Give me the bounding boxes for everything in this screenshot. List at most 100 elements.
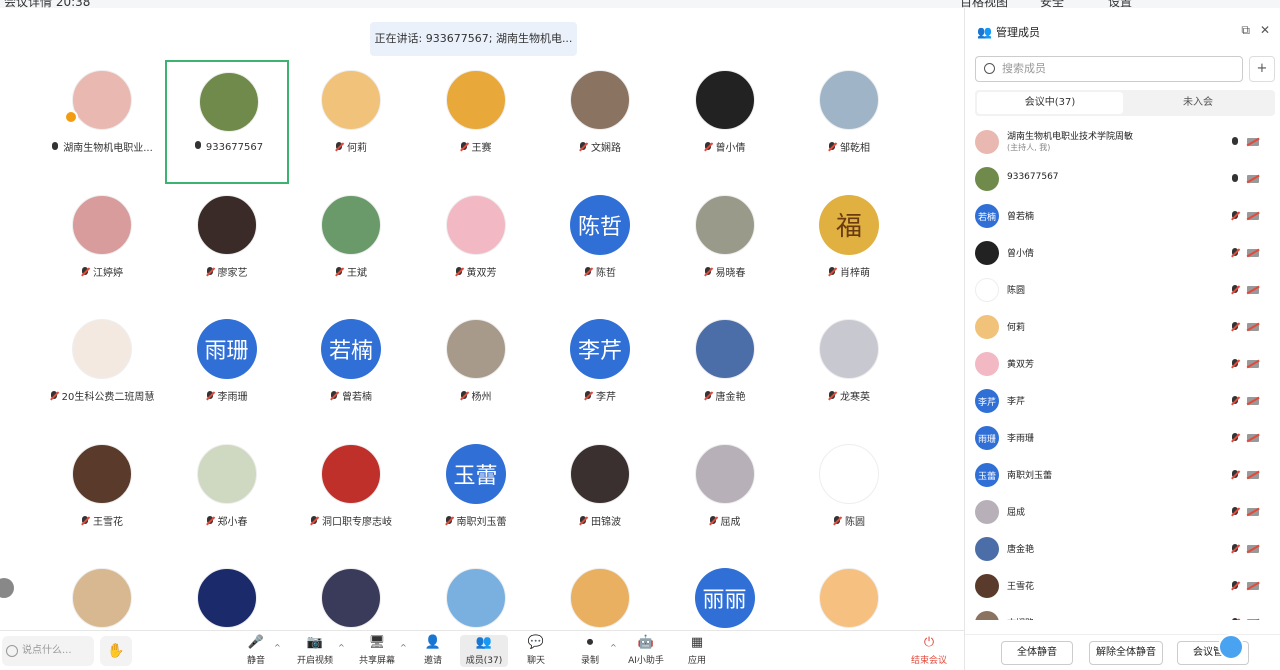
list-item[interactable]: 933677567 <box>975 161 1275 197</box>
mic-muted-icon[interactable] <box>1231 618 1239 620</box>
tab-not-joined[interactable]: 未入会 <box>1125 92 1271 114</box>
mic-muted-icon[interactable] <box>1231 248 1239 258</box>
chat-button[interactable]: 💬 聊天 <box>518 635 554 667</box>
invite-button[interactable]: 👤 邀请 <box>418 635 448 667</box>
participant-tile[interactable]: 邹乾相 <box>787 60 911 184</box>
participant-tile[interactable] <box>289 558 413 630</box>
mic-muted-icon[interactable] <box>1231 433 1239 443</box>
participant-tile[interactable]: 文娴路 <box>538 60 662 184</box>
camera-off-icon[interactable] <box>1247 471 1259 479</box>
participant-tile[interactable]: 若楠 曾若楠 <box>289 309 413 433</box>
list-item[interactable]: 若楠 曾若楠 <box>975 198 1275 234</box>
camera-off-icon[interactable] <box>1247 508 1259 516</box>
emoji-icon[interactable] <box>6 645 18 657</box>
list-item[interactable]: 黄双芳 <box>975 346 1275 382</box>
participant-tile[interactable]: 廖家艺 <box>165 185 289 309</box>
participant-tile[interactable]: 屈成 <box>663 434 787 558</box>
list-item[interactable]: 王雪花 <box>975 568 1275 604</box>
record-button[interactable]: ⏺ 录制 <box>572 635 608 667</box>
list-item[interactable]: 唐金艳 <box>975 531 1275 567</box>
camera-off-icon[interactable] <box>1247 545 1259 553</box>
mute-all-button[interactable]: 全体静音 <box>1001 641 1073 665</box>
participant-tile[interactable]: 湖南生物机电职业... <box>40 60 164 184</box>
apps-button[interactable]: ▦ 应用 <box>680 635 714 667</box>
participant-tile[interactable]: 田锦波 <box>538 434 662 558</box>
participant-tile[interactable]: 933677567 <box>164 60 289 184</box>
camera-off-icon[interactable] <box>1247 434 1259 442</box>
participant-tile[interactable]: 曾小倩 <box>663 60 787 184</box>
unmute-all-button[interactable]: 解除全体静音 <box>1089 641 1163 665</box>
mic-muted-icon[interactable] <box>1231 211 1239 221</box>
list-item[interactable]: 湖南生物机电职业技术学院周敏 (主持人, 我) <box>975 124 1275 160</box>
chevron-up-icon[interactable]: ^ <box>400 643 407 652</box>
chevron-up-icon[interactable]: ^ <box>338 643 345 652</box>
participant-tile[interactable]: 江婷婷 <box>40 185 164 309</box>
assistant-float-icon[interactable] <box>1218 634 1244 660</box>
participant-tile[interactable] <box>40 558 164 630</box>
ai-assistant-button[interactable]: 🤖 AI小助手 <box>624 635 668 667</box>
view-switch[interactable]: 百格视图 <box>960 0 1008 8</box>
participant-tile[interactable]: 黄双芳 <box>414 185 538 309</box>
camera-off-icon[interactable] <box>1247 397 1259 405</box>
settings-menu[interactable]: 设置 <box>1108 0 1132 8</box>
participant-tile[interactable]: 杨州 <box>414 309 538 433</box>
participant-tile[interactable]: 王斌 <box>289 185 413 309</box>
participant-tile[interactable]: 龙寒英 <box>787 309 911 433</box>
camera-off-icon[interactable] <box>1247 323 1259 331</box>
participant-tile[interactable]: 易晓春 <box>663 185 787 309</box>
participant-tile[interactable]: 郑小春 <box>165 434 289 558</box>
camera-off-icon[interactable] <box>1247 249 1259 257</box>
participant-tile[interactable]: 玉蕾 南职刘玉蕾 <box>414 434 538 558</box>
mic-muted-icon[interactable] <box>1231 544 1239 554</box>
participant-tile[interactable] <box>787 558 911 630</box>
camera-off-icon[interactable] <box>1247 286 1259 294</box>
mic-muted-icon[interactable] <box>1231 322 1239 332</box>
participant-tile[interactable]: 李芹 李芹 <box>538 309 662 433</box>
mic-icon[interactable] <box>1231 137 1239 147</box>
participant-tile[interactable]: 陈哲 陈哲 <box>538 185 662 309</box>
list-item[interactable]: 李芹 李芹 <box>975 383 1275 419</box>
tab-in-meeting[interactable]: 会议中(37) <box>977 92 1123 114</box>
participant-tile[interactable]: 陈圆 <box>787 434 911 558</box>
list-item[interactable]: 何莉 <box>975 309 1275 345</box>
add-member-button[interactable]: + <box>1249 56 1275 82</box>
camera-off-icon[interactable] <box>1247 360 1259 368</box>
camera-off-icon[interactable] <box>1247 138 1259 146</box>
participant-tile[interactable]: 唐金艳 <box>663 309 787 433</box>
meeting-info-text[interactable]: 会议详情 20:38 <box>4 0 90 8</box>
security-menu[interactable]: 安全 <box>1040 0 1064 8</box>
scroll-handle[interactable] <box>0 578 14 598</box>
raise-hand-button[interactable]: ✋ <box>100 636 132 666</box>
participant-tile[interactable]: 雨珊 李雨珊 <box>165 309 289 433</box>
participant-tile[interactable]: 丽丽 <box>663 558 787 630</box>
chevron-up-icon[interactable]: ^ <box>610 643 617 652</box>
participant-tile[interactable]: 何莉 <box>289 60 413 184</box>
participant-tile[interactable]: 王雪花 <box>40 434 164 558</box>
participant-tile[interactable] <box>165 558 289 630</box>
mic-button[interactable]: 🎤 静音 <box>238 635 274 667</box>
mic-icon[interactable] <box>1231 174 1239 184</box>
camera-off-icon[interactable] <box>1247 619 1259 620</box>
mic-muted-icon[interactable] <box>1231 470 1239 480</box>
list-item[interactable]: 陈圆 <box>975 272 1275 308</box>
chevron-up-icon[interactable]: ^ <box>274 643 281 652</box>
popout-icon[interactable]: ⧉ <box>1241 23 1250 37</box>
mic-muted-icon[interactable] <box>1231 359 1239 369</box>
camera-off-button[interactable]: 📷 开启视频 <box>294 635 336 667</box>
end-meeting-button[interactable]: ⏻ 结束会议 <box>904 635 954 667</box>
participant-tile[interactable]: 王赛 <box>414 60 538 184</box>
participant-tile[interactable] <box>414 558 538 630</box>
participant-tile[interactable]: 20生科公费二班周慧 <box>40 309 164 433</box>
say-something-input[interactable]: 说点什么... <box>2 636 94 666</box>
list-item[interactable]: 屈成 <box>975 494 1275 530</box>
search-member-input[interactable]: 搜索成员 <box>975 56 1243 82</box>
participant-tile[interactable]: 洞口职专廖志岐 <box>289 434 413 558</box>
participant-tile[interactable]: 福肖梓萌 <box>787 185 911 309</box>
participant-tile[interactable] <box>538 558 662 630</box>
mic-muted-icon[interactable] <box>1231 285 1239 295</box>
members-button[interactable]: 👥 成员(37) <box>460 635 508 667</box>
list-item[interactable]: 玉蕾 南职刘玉蕾 <box>975 457 1275 493</box>
list-item[interactable]: 雨珊 李雨珊 <box>975 420 1275 456</box>
mic-muted-icon[interactable] <box>1231 507 1239 517</box>
mic-muted-icon[interactable] <box>1231 581 1239 591</box>
